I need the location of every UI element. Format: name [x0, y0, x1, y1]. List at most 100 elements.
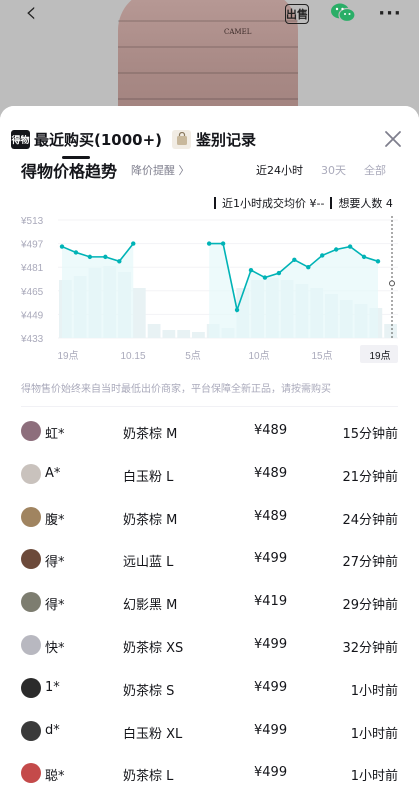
recent-purchases-sheet: 得物价格趋势 降价提醒 〉 近24小时 30天 全部 得物 最近购买(1000+…: [0, 106, 419, 800]
range-tabs: 近24小时 30天 全部: [256, 162, 386, 178]
buyer-name: 腹*: [45, 512, 65, 528]
item-spec: 奶茶棕 M: [123, 427, 178, 442]
sale-time: 15分钟前: [342, 427, 398, 442]
volume-bar: [177, 330, 191, 338]
price-point: [347, 244, 353, 249]
sale-price: ¥489: [254, 423, 288, 438]
sale-time: 1小时前: [350, 726, 398, 742]
dewu-logo-icon: 得物: [11, 129, 30, 149]
price-point: [375, 259, 381, 264]
sheet-tabs: 得物 最近购买(1000+) 鉴别记录: [0, 106, 419, 162]
avatar: [21, 506, 41, 527]
tab-authentication-records[interactable]: 鉴别记录: [172, 128, 256, 150]
price-point: [248, 267, 254, 273]
x-tick-label: 10.15: [120, 351, 145, 362]
transaction-list: 虹* 奶茶棕 M ¥489 15分钟前 A* 白玉粉 L ¥489 21分钟前腹* 奶茶棕 M ¥…: [0, 411, 419, 796]
price-point: [59, 244, 65, 249]
sale-price: ¥499: [254, 679, 288, 695]
volume-bar: [132, 288, 146, 338]
transaction-row: 聪* 奶茶棕 L ¥499 1小时前: [0, 753, 419, 796]
info-separator: [330, 197, 333, 209]
sale-price: ¥489: [254, 465, 288, 481]
sale-time: 27分钟前: [342, 555, 398, 571]
price-point: [234, 307, 240, 313]
item-spec: 白玉粉 XL: [123, 726, 183, 742]
sale-time: 21分钟前: [342, 469, 398, 485]
avatar: [21, 763, 41, 784]
tab-recent-purchases[interactable]: 得物 最近购买(1000+): [11, 128, 162, 150]
x-tick-label: 15点: [311, 350, 332, 362]
avatar: [21, 421, 41, 441]
avatar: [21, 720, 41, 741]
price-point: [276, 270, 282, 276]
range-tab-30d[interactable]: 30天: [321, 162, 346, 178]
buyer-name: 虹*: [45, 427, 65, 442]
price-point: [333, 247, 339, 252]
sale-time: 1小时前: [350, 683, 398, 699]
price-point: [292, 257, 297, 263]
transaction-row: d* 白玉粉 XL ¥499 1小时前: [0, 711, 419, 754]
y-tick-label: ¥433: [20, 334, 44, 345]
volume-bar: [384, 324, 397, 338]
item-spec: 奶茶棕 XS: [123, 640, 184, 656]
transaction-row: 1* 奶茶棕 S ¥499 1小时前: [0, 668, 419, 711]
shopping-bag-icon: [172, 129, 191, 149]
range-tab-all[interactable]: 全部: [364, 162, 386, 178]
buyer-name: 得*: [45, 598, 65, 614]
divider: [21, 406, 398, 407]
sale-time: 24分钟前: [342, 512, 398, 528]
back-icon[interactable]: ‹: [20, 0, 42, 28]
transaction-row: A* 白玉粉 L ¥489 21分钟前: [0, 454, 419, 497]
sale-time: 1小时前: [350, 769, 398, 785]
price-point: [73, 250, 79, 255]
buyer-name: d*: [45, 722, 60, 738]
avatar: [21, 549, 41, 570]
transaction-row: 腹* 奶茶棕 M ¥489 24分钟前: [0, 497, 419, 540]
buyer-name: A*: [45, 465, 61, 481]
product-logo: CAMEL: [224, 28, 252, 36]
transaction-row: 得* 幻影黑 M ¥419 29分钟前: [0, 582, 419, 625]
item-spec: 白玉粉 L: [123, 469, 174, 485]
item-spec: 奶茶棕 S: [123, 683, 175, 699]
item-spec: 远山蓝 L: [123, 555, 174, 571]
price-point: [220, 241, 226, 246]
price-point: [361, 254, 367, 260]
wanted-count: 想要人数 4: [338, 197, 393, 210]
close-icon[interactable]: [382, 128, 404, 150]
x-tick-label: 5点: [185, 350, 201, 362]
active-tab-indicator: [62, 156, 90, 159]
transaction-row: 得* 远山蓝 L ¥499 27分钟前: [0, 539, 419, 582]
sale-time: 32分钟前: [342, 640, 398, 656]
price-footnote: 得物售价始终来自当时最低出价商家，平台保障全新正品，请按需购买: [21, 384, 331, 395]
tab-authentication-records-label: 鉴别记录: [196, 130, 257, 149]
transaction-row: 虹* 奶茶棕 M ¥489 15分钟前: [0, 411, 419, 454]
more-icon[interactable]: ···: [378, 0, 402, 26]
sale-price: ¥499: [254, 765, 288, 781]
y-tick-label: ¥497: [20, 240, 44, 251]
volume-bar: [162, 330, 176, 338]
y-tick-label: ¥481: [20, 263, 44, 274]
range-tab-24h[interactable]: 近24小时: [256, 162, 303, 178]
wechat-icon[interactable]: [330, 0, 356, 26]
y-tick-label: ¥465: [20, 287, 44, 298]
price-point: [206, 241, 212, 246]
volume-bar: [147, 324, 161, 338]
price-trend-chart[interactable]: ¥513 ¥497 ¥481 ¥465 ¥449 ¥433 19点 10.15 5点 10点 15点…: [0, 216, 419, 376]
sale-time: 29分钟前: [342, 598, 398, 614]
price-alert-link[interactable]: 降价提醒 〉: [131, 162, 190, 178]
price-point: [117, 259, 122, 264]
item-spec: 奶茶棕 L: [123, 769, 174, 785]
buyer-name: 1*: [45, 679, 60, 695]
avatar: [21, 634, 41, 655]
sale-price: ¥499: [254, 722, 288, 738]
chart-info-strip: 近1小时成交均价 ¥-- 想要人数 4: [214, 194, 393, 212]
price-point: [262, 275, 268, 280]
buyer-name: 快*: [45, 640, 65, 656]
tab-recent-purchases-label: 最近购买(1000+): [34, 130, 163, 149]
item-spec: 幻影黑 M: [123, 598, 178, 614]
price-point: [131, 241, 136, 246]
price-point: [103, 254, 108, 260]
transaction-row: 快* 奶茶棕 XS ¥499 32分钟前: [0, 625, 419, 668]
sell-icon[interactable]: 出售: [285, 4, 309, 24]
item-spec: 奶茶棕 M: [123, 512, 178, 528]
